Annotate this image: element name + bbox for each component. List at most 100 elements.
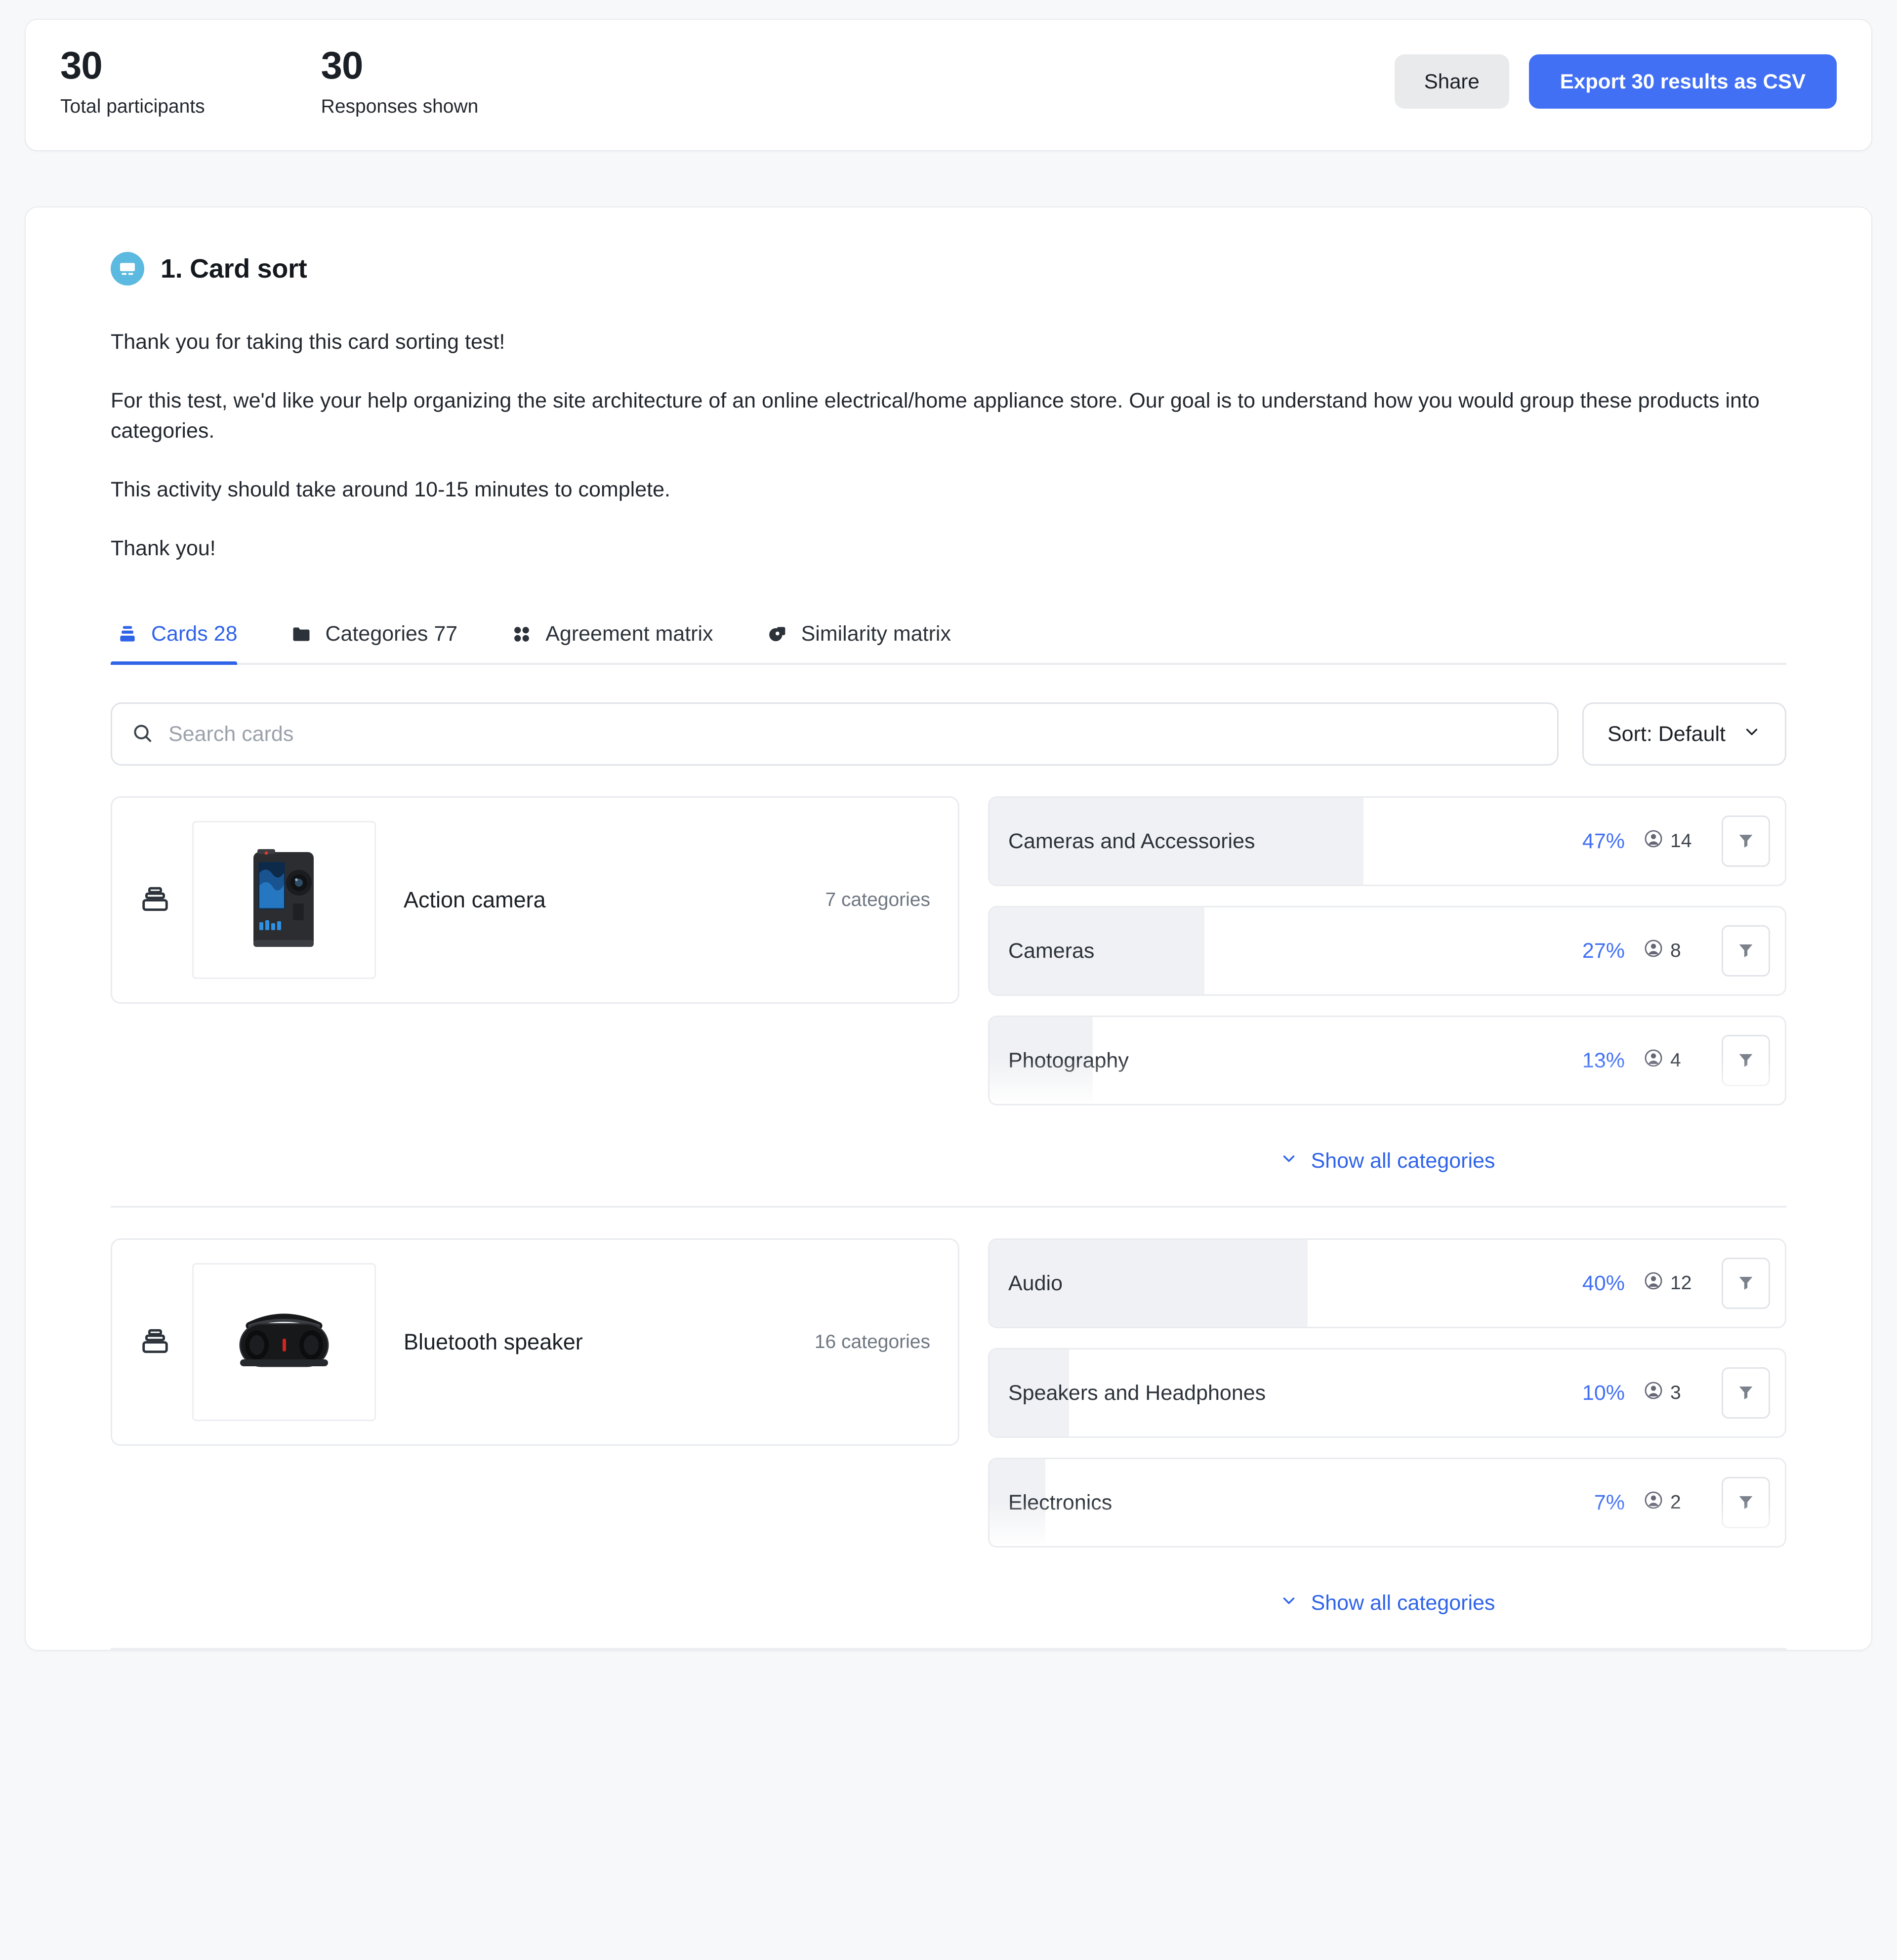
card-sort-question-panel: 1. Card sort Thank you for taking this c… <box>25 206 1872 1651</box>
stat-total-participants: 30 Total participants <box>60 45 205 118</box>
category-percent: 13% <box>1582 1048 1625 1072</box>
grid-icon <box>511 623 533 645</box>
funnel-icon <box>1736 1382 1756 1404</box>
stat-value: 30 <box>60 43 103 87</box>
card-thumbnail <box>192 821 376 980</box>
chevron-down-icon <box>1279 1149 1298 1173</box>
export-csv-button[interactable]: Export 30 results as CSV <box>1528 54 1837 109</box>
category-participants: 12 <box>1644 1271 1703 1296</box>
card-summary[interactable]: Action camera 7 categories <box>111 796 959 1004</box>
filter-button[interactable] <box>1722 1035 1770 1087</box>
tab-label: Similarity matrix <box>801 622 951 646</box>
category-participants: 2 <box>1644 1490 1703 1515</box>
category-percent: 47% <box>1582 829 1625 853</box>
shapes-icon <box>767 623 788 645</box>
tab-similarity-matrix[interactable]: Similarity matrix <box>761 613 972 663</box>
card-summary[interactable]: Bluetooth speaker 16 categories <box>111 1238 959 1446</box>
funnel-icon <box>1736 1492 1756 1514</box>
card-categories-list: Cameras and Accessories 47% 14 Cameras 2… <box>988 796 1786 1178</box>
category-participants: 8 <box>1644 939 1703 963</box>
category-label: Audio <box>1008 1271 1063 1295</box>
filter-button[interactable] <box>1722 1367 1770 1419</box>
category-participants: 4 <box>1644 1048 1703 1073</box>
show-all-label: Show all categories <box>1311 1149 1495 1173</box>
category-percent: 10% <box>1582 1381 1625 1405</box>
participant-count: 2 <box>1670 1492 1681 1513</box>
category-row[interactable]: Audio 40% 12 <box>988 1238 1786 1329</box>
card-stack-icon <box>140 884 170 917</box>
results-summary-panel: 30 Total participants 30 Responses shown… <box>25 19 1872 151</box>
stat-label: Total participants <box>60 95 205 117</box>
description-paragraph: Thank you! <box>111 536 216 561</box>
question-header: 1. Card sort <box>111 251 1786 286</box>
category-label: Photography <box>1008 1048 1129 1072</box>
filter-button[interactable] <box>1722 925 1770 977</box>
show-all-categories-button[interactable]: Show all categories <box>988 1567 1786 1620</box>
card-name: Bluetooth speaker <box>404 1329 583 1355</box>
funnel-icon <box>1736 830 1756 853</box>
participant-count: 14 <box>1670 830 1692 852</box>
category-percent: 40% <box>1582 1271 1625 1295</box>
description-paragraph: Thank you for taking this card sorting t… <box>111 329 505 354</box>
card-category-count: 7 categories <box>825 889 930 911</box>
card-sort-icon <box>111 251 144 286</box>
category-percent: 27% <box>1582 939 1625 963</box>
stat-responses-shown: 30 Responses shown <box>321 45 479 118</box>
stat-value: 30 <box>321 43 364 87</box>
filter-button[interactable] <box>1722 1258 1770 1309</box>
category-participants: 3 <box>1644 1381 1703 1405</box>
show-all-categories-button[interactable]: Show all categories <box>988 1125 1786 1178</box>
share-button[interactable]: Share <box>1394 54 1509 109</box>
category-row[interactable]: Electronics 7% 2 <box>988 1458 1786 1548</box>
question-description: Thank you for taking this card sorting t… <box>111 327 1786 564</box>
category-row[interactable]: Photography 13% 4 <box>988 1016 1786 1106</box>
card-category-count: 16 categories <box>814 1331 930 1353</box>
header-actions: Share Export 30 results as CSV <box>1394 54 1837 109</box>
description-paragraph: This activity should take around 10-15 m… <box>111 478 670 502</box>
category-label: Cameras <box>1008 939 1095 963</box>
filter-button[interactable] <box>1722 816 1770 867</box>
description-paragraph: For this test, we'd like your help organ… <box>111 388 1760 443</box>
card-group-divider <box>111 1648 1786 1650</box>
card-result-row: Action camera 7 categories Cameras and A… <box>111 766 1786 1178</box>
participant-count: 8 <box>1670 940 1681 962</box>
person-icon <box>1644 1381 1663 1405</box>
tab-agreement-matrix[interactable]: Agreement matrix <box>505 613 734 663</box>
cards-icon <box>117 623 138 645</box>
results-tabs: Cards 28 Categories 77 Agreement matrix … <box>111 613 1786 665</box>
chevron-down-icon <box>1279 1591 1298 1615</box>
tab-label: Categories 77 <box>325 622 458 646</box>
tab-categories[interactable]: Categories 77 <box>285 613 478 663</box>
person-icon <box>1644 1271 1663 1296</box>
participant-count: 12 <box>1670 1272 1692 1294</box>
funnel-icon <box>1736 1272 1756 1295</box>
tab-label: Cards 28 <box>151 622 238 646</box>
card-categories-list: Audio 40% 12 Speakers and Headphones 10%… <box>988 1238 1786 1620</box>
folder-icon <box>290 623 312 645</box>
page-title: 1. Card sort <box>161 253 307 284</box>
category-label: Electronics <box>1008 1490 1113 1514</box>
category-row[interactable]: Cameras and Accessories 47% 14 <box>988 796 1786 887</box>
card-result-row: Bluetooth speaker 16 categories Audio 40… <box>111 1206 1786 1620</box>
tab-cards[interactable]: Cards 28 <box>111 613 258 665</box>
category-row[interactable]: Cameras 27% 8 <box>988 906 1786 996</box>
category-participants: 14 <box>1644 829 1703 854</box>
search-cards-field[interactable] <box>111 702 1559 766</box>
person-icon <box>1644 1048 1663 1073</box>
funnel-icon <box>1736 940 1756 962</box>
person-icon <box>1644 1490 1663 1515</box>
sort-dropdown[interactable]: Sort: Default <box>1582 702 1786 766</box>
search-input[interactable] <box>168 722 1538 746</box>
card-thumbnail <box>192 1263 376 1422</box>
stat-label: Responses shown <box>321 95 479 117</box>
tab-label: Agreement matrix <box>545 622 713 646</box>
show-all-label: Show all categories <box>1311 1591 1495 1615</box>
sort-label: Sort: Default <box>1608 722 1726 746</box>
participant-count: 3 <box>1670 1382 1681 1404</box>
category-percent: 7% <box>1594 1490 1625 1514</box>
category-label: Cameras and Accessories <box>1008 829 1255 853</box>
category-row[interactable]: Speakers and Headphones 10% 3 <box>988 1348 1786 1438</box>
chevron-down-icon <box>1742 722 1761 746</box>
person-icon <box>1644 939 1663 963</box>
filter-button[interactable] <box>1722 1477 1770 1529</box>
